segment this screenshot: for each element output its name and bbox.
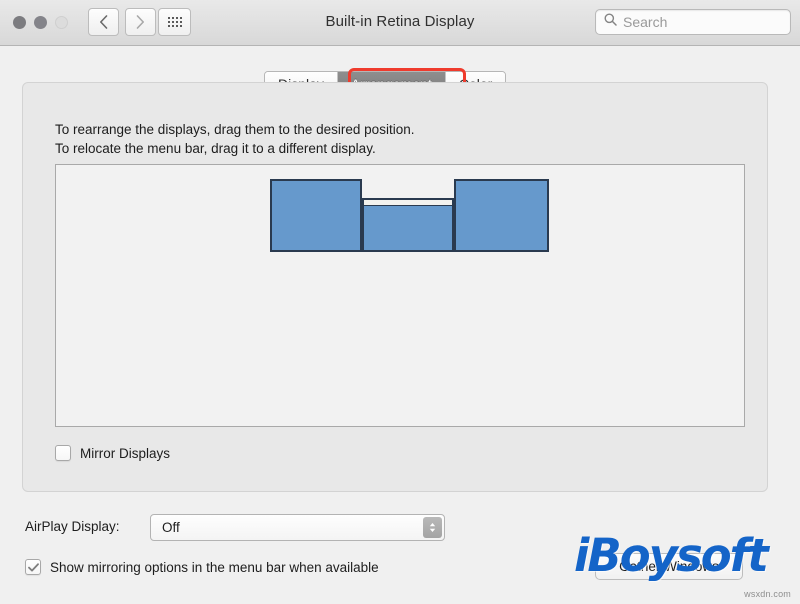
display-thumbnail-right[interactable]	[454, 179, 549, 252]
search-icon	[604, 13, 617, 31]
mirror-displays-checkbox[interactable]	[55, 445, 71, 461]
search-input[interactable]	[623, 14, 773, 30]
menu-bar-strip[interactable]	[364, 200, 452, 206]
airplay-display-value: Off	[162, 520, 180, 535]
show-mirroring-options-checkbox[interactable]	[25, 559, 41, 575]
instructions-text: To rearrange the displays, drag them to …	[55, 120, 414, 158]
site-watermark: wsxdn.com	[744, 589, 791, 599]
arrangement-panel: To rearrange the displays, drag them to …	[22, 82, 768, 492]
display-thumbnail-left[interactable]	[270, 179, 362, 252]
mirror-displays-row[interactable]: Mirror Displays	[55, 445, 170, 461]
display-arrangement-canvas[interactable]	[55, 164, 745, 427]
airplay-display-popup-button[interactable]: Off	[150, 514, 445, 541]
display-thumbnail-middle[interactable]	[362, 198, 454, 252]
search-field[interactable]	[595, 9, 791, 35]
chevron-up-down-icon[interactable]	[423, 517, 442, 538]
show-mirroring-options-label: Show mirroring options in the menu bar w…	[50, 559, 379, 575]
instruction-line-2: To relocate the menu bar, drag it to a d…	[55, 141, 376, 156]
show-mirroring-options-row[interactable]: Show mirroring options in the menu bar w…	[25, 559, 379, 575]
checkmark-icon	[27, 562, 39, 571]
instruction-line-1: To rearrange the displays, drag them to …	[55, 122, 415, 137]
mirror-displays-label: Mirror Displays	[80, 445, 171, 461]
airplay-display-label: AirPlay Display:	[25, 519, 120, 534]
system-preferences-window: Built-in Retina Display Display Arrangem…	[0, 0, 800, 604]
window-titlebar: Built-in Retina Display	[0, 0, 800, 46]
iboysoft-watermark: iBoysoft	[574, 529, 769, 582]
